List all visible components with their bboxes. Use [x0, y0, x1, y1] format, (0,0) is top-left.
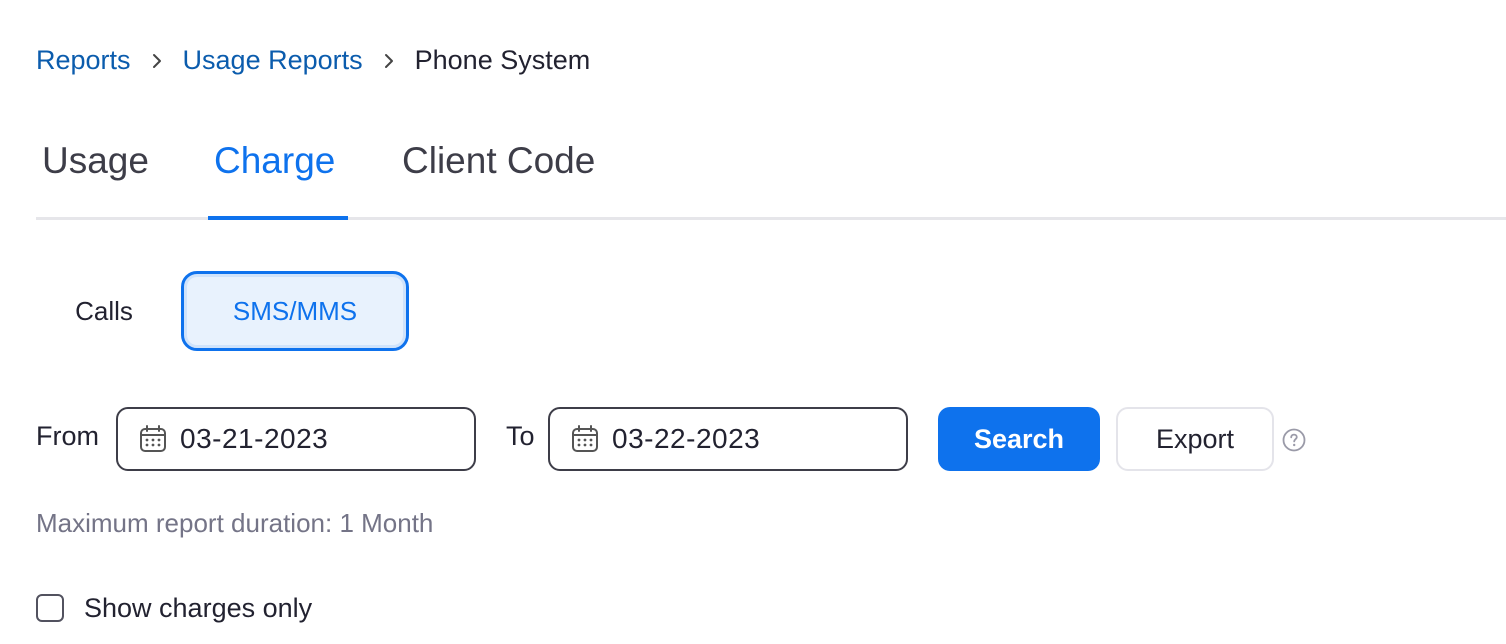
- from-date-value: 03-21-2023: [180, 423, 329, 454]
- calendar-icon: [138, 424, 168, 454]
- breadcrumb-reports-link[interactable]: Reports: [36, 45, 131, 76]
- show-charges-label[interactable]: Show charges only: [84, 593, 312, 624]
- show-charges-row: Show charges only: [36, 590, 312, 626]
- to-label: To: [506, 421, 535, 451]
- calls-toggle-button[interactable]: Calls: [36, 271, 172, 351]
- page: Reports Usage Reports Phone System Usage…: [0, 0, 1506, 644]
- charge-type-toggle: Calls SMS/MMS: [36, 271, 416, 351]
- show-charges-checkbox[interactable]: [36, 594, 64, 622]
- chevron-right-icon: [363, 47, 415, 73]
- breadcrumb: Reports Usage Reports Phone System: [36, 40, 590, 80]
- tab-usage[interactable]: Usage: [42, 140, 149, 217]
- help-circle-icon[interactable]: [1282, 428, 1306, 452]
- breadcrumb-current-page: Phone System: [414, 44, 591, 75]
- from-date-field[interactable]: 03-21-2023: [116, 407, 476, 471]
- calendar-icon: [570, 424, 600, 454]
- to-date-value: 03-22-2023: [612, 423, 761, 454]
- search-button[interactable]: Search: [938, 407, 1100, 471]
- report-tabs: Usage Charge Client Code: [36, 130, 1506, 220]
- breadcrumb-usage-reports-link[interactable]: Usage Reports: [183, 45, 363, 76]
- max-duration-hint: Maximum report duration: 1 Month: [36, 508, 434, 538]
- chevron-right-icon: [131, 47, 183, 73]
- to-date-field[interactable]: 03-22-2023: [548, 407, 908, 471]
- tab-charge[interactable]: Charge: [214, 140, 335, 217]
- from-label: From: [36, 421, 99, 451]
- export-button[interactable]: Export: [1116, 407, 1274, 471]
- active-tab-indicator: [208, 216, 348, 220]
- tab-client-code[interactable]: Client Code: [402, 140, 595, 217]
- sms-mms-toggle-button[interactable]: SMS/MMS: [181, 271, 409, 351]
